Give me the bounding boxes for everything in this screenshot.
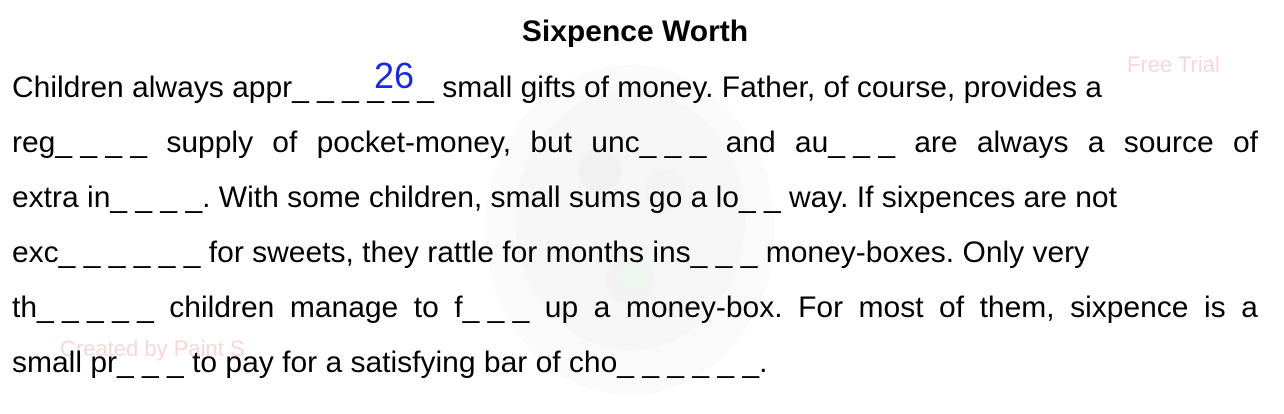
word: and	[725, 126, 776, 159]
word: but	[530, 126, 573, 159]
page-title: Sixpence Worth	[521, 15, 749, 48]
passage-line-2: reg_ _ _ _ supply of pocket-money, but u…	[12, 125, 1258, 161]
word: up	[544, 291, 579, 324]
word: au_ _ _	[794, 126, 895, 159]
word: unc_ _ _	[591, 126, 707, 159]
free-trial-watermark: Free Trial	[1127, 52, 1220, 77]
word: supply	[166, 126, 254, 159]
word: th_ _ _ _ _	[12, 291, 154, 324]
word: them,	[979, 291, 1055, 324]
word: most	[858, 291, 924, 324]
word: are	[914, 126, 958, 159]
word: to	[413, 291, 439, 324]
passage-line-6: small pr_ _ _ to pay for a satisfying ba…	[12, 346, 768, 379]
word: a	[593, 291, 611, 324]
word: always	[976, 126, 1069, 159]
word: money-box.	[625, 291, 783, 324]
handwritten-answer-number: 26	[374, 55, 415, 96]
word: source	[1123, 126, 1214, 159]
word: of	[272, 126, 298, 159]
passage-line-5: th_ _ _ _ _ children manage to f_ _ _ up…	[12, 290, 1258, 326]
word: is	[1203, 291, 1226, 324]
word: manage	[289, 291, 399, 324]
word: pocket-money,	[316, 126, 512, 159]
word: f_ _ _	[454, 291, 530, 324]
word: of	[1232, 126, 1258, 159]
passage-line-3: extra in_ _ _ _. With some children, sma…	[12, 181, 1117, 214]
word: a	[1087, 126, 1105, 159]
word: children	[169, 291, 275, 324]
passage-line-4: exc_ _ _ _ _ _ for sweets, they rattle f…	[12, 236, 1090, 269]
word: a	[1241, 291, 1258, 324]
passage-line-1: Children always appr_ _ _ _ _ _ small gi…	[12, 71, 1102, 104]
word: sixpence	[1070, 291, 1189, 324]
word: of	[939, 291, 965, 324]
word: reg_ _ _ _	[12, 126, 148, 159]
word: For	[798, 291, 844, 324]
